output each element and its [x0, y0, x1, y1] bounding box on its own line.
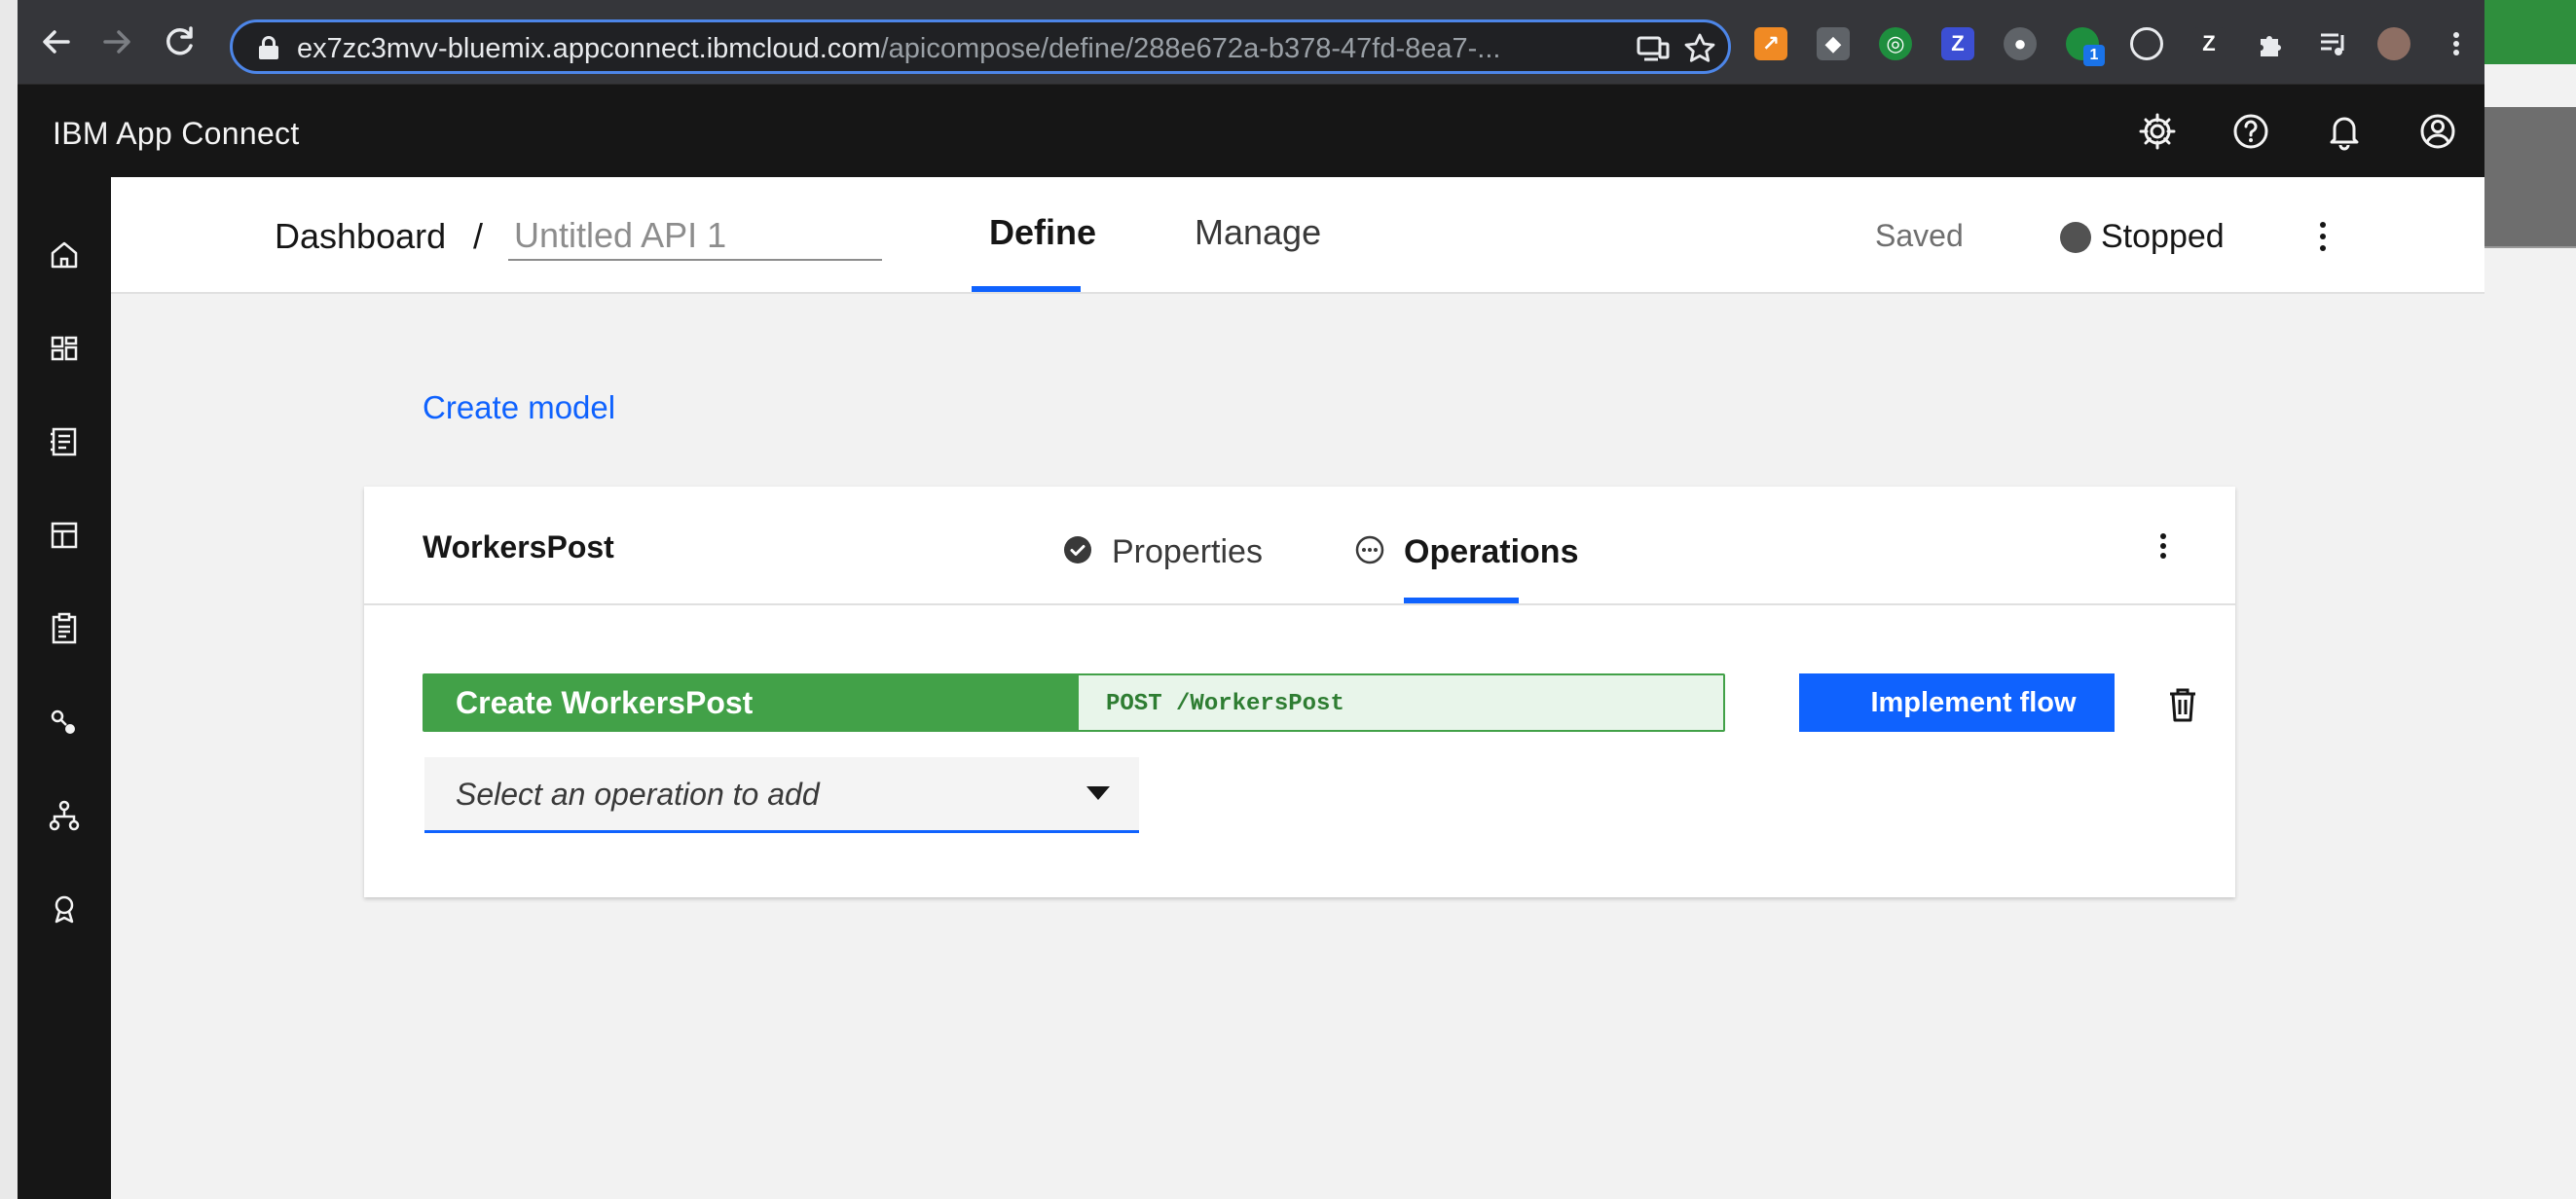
tab-manage[interactable]: Manage [1195, 212, 1321, 253]
chevron-down-icon[interactable] [1086, 786, 1110, 800]
forward-icon[interactable] [95, 20, 138, 63]
extensions-icon[interactable] [2255, 27, 2288, 60]
notification-icon[interactable] [2321, 108, 2368, 155]
operations-tab-indicator [1404, 598, 1519, 603]
target-extension-icon[interactable]: ◎ [1879, 27, 1912, 60]
model-card-header: WorkersPost Properties Operations [364, 487, 2235, 605]
browser-toolbar: ex7zc3mvv-bluemix.appconnect.ibmcloud.co… [18, 0, 2484, 84]
create-model-link[interactable]: Create model [423, 389, 615, 426]
model-card: WorkersPost Properties Operations Create… [364, 487, 2235, 897]
menu-icon[interactable] [2440, 27, 2473, 60]
media-icon[interactable] [2317, 27, 2350, 60]
trash-icon[interactable] [2167, 687, 2198, 722]
extension-badge: 1 [2083, 45, 2105, 66]
connections-icon[interactable] [41, 699, 88, 745]
settings-icon[interactable] [2134, 108, 2181, 155]
operation-name: Create WorkersPost [424, 675, 1079, 730]
operation-select[interactable]: Select an operation to add [424, 757, 1139, 833]
in-progress-icon [1355, 535, 1384, 564]
help-icon[interactable] [2227, 108, 2274, 155]
home-icon[interactable] [41, 232, 88, 278]
network-icon[interactable] [41, 792, 88, 839]
green-extension-icon[interactable]: 1 [2066, 27, 2105, 66]
breadcrumb-dashboard[interactable]: Dashboard [275, 216, 446, 257]
operation-path: POST /WorkersPost [1106, 691, 1344, 717]
implement-flow-button[interactable]: Implement flow [1799, 673, 2115, 732]
dots-extension-icon[interactable] [2130, 27, 2163, 60]
chart-extension-icon[interactable]: ↗ [1754, 27, 1787, 60]
active-tab-indicator [972, 286, 1081, 292]
operation-row[interactable]: Create WorkersPost POST /WorkersPost [423, 673, 1725, 732]
model-name: WorkersPost [423, 529, 614, 564]
operation-select-placeholder: Select an operation to add [456, 777, 820, 812]
circle-extension-icon[interactable]: ● [2004, 27, 2037, 60]
cast-icon[interactable] [1635, 30, 1672, 67]
zotero-extension-icon[interactable]: Z [1941, 27, 1974, 60]
app-brand[interactable]: IBM App Connect [53, 116, 300, 152]
url-path: /apicompose/define/288e672a-b378-47fd-8e… [880, 33, 1501, 64]
templates-icon[interactable] [41, 512, 88, 559]
save-status: Saved [1875, 218, 1964, 253]
tab-operations[interactable]: Operations [1404, 533, 1578, 571]
roblox-extension-icon[interactable]: ◆ [1817, 27, 1850, 60]
side-navigation [18, 177, 111, 1199]
catalog-icon[interactable] [41, 418, 88, 465]
background-window-green-bar [2484, 0, 2576, 64]
status-indicator-icon [2060, 222, 2091, 253]
reload-icon[interactable] [158, 20, 201, 63]
app-header: IBM App Connect [18, 84, 2484, 177]
url-host: ex7zc3mvv-bluemix.appconnect.ibmcloud.co… [297, 33, 881, 64]
run-status: Stopped [2101, 218, 2225, 255]
dashboard-icon[interactable] [41, 325, 88, 372]
badge-icon[interactable] [41, 886, 88, 932]
api-overflow-menu-icon[interactable] [2317, 222, 2329, 251]
background-window-left [0, 0, 18, 1199]
back-icon[interactable] [35, 20, 78, 63]
lock-icon[interactable] [258, 36, 279, 59]
api-subheader: Dashboard / Define Manage Saved Stopped [111, 177, 2484, 294]
user-icon[interactable] [2414, 108, 2461, 155]
address-bar[interactable]: ex7zc3mvv-bluemix.appconnect.ibmcloud.co… [230, 19, 1731, 74]
tab-define[interactable]: Define [989, 212, 1096, 253]
breadcrumb-separator: / [473, 216, 484, 256]
api-name-input[interactable] [508, 212, 882, 261]
profile-avatar[interactable] [2377, 27, 2410, 60]
browser-window: ex7zc3mvv-bluemix.appconnect.ibmcloud.co… [18, 0, 2484, 1199]
star-icon[interactable] [1681, 30, 1718, 67]
tab-properties[interactable]: Properties [1112, 533, 1263, 571]
checkmark-filled-icon [1063, 535, 1092, 564]
background-window-gray-panel [2484, 107, 2576, 248]
clipboard-icon[interactable] [41, 605, 88, 652]
z-extension-icon[interactable]: Z [2192, 27, 2226, 60]
url-text[interactable]: ex7zc3mvv-bluemix.appconnect.ibmcloud.co… [297, 32, 1500, 65]
model-overflow-menu-icon[interactable] [2157, 533, 2169, 563]
